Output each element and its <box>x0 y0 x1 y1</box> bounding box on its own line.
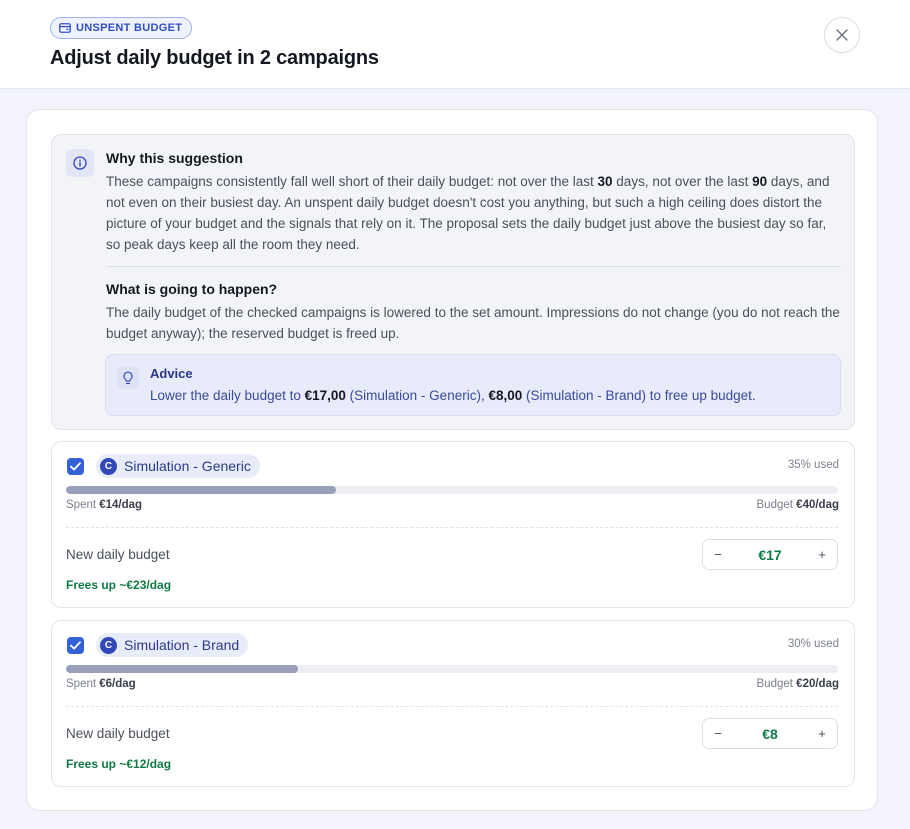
why-text: These campaigns consistently fall well s… <box>106 174 830 252</box>
spent-value: €6/dag <box>99 678 136 690</box>
usage-bar-fill <box>66 486 337 494</box>
budget-value: €40/dag <box>796 499 839 511</box>
close-button[interactable] <box>824 17 860 53</box>
advice-title: Advice <box>150 366 193 381</box>
advice-text: Lower the daily budget to €17,00 (Simula… <box>150 388 756 403</box>
spent-value: €14/dag <box>99 499 143 511</box>
spent-label: Spent €14/dag <box>66 499 143 511</box>
budget-stepper: − €17 + <box>702 539 838 570</box>
badge-label: UNSPENT BUDGET <box>76 22 183 34</box>
check-icon <box>70 462 81 471</box>
campaign-name: Simulation - Brand <box>124 637 240 653</box>
decrease-button[interactable]: − <box>703 540 733 569</box>
campaign-type-icon: C <box>100 457 117 475</box>
budget-stepper: − €8 + <box>702 718 838 749</box>
dialog-title: Adjust daily budget in 2 campaigns <box>50 47 379 69</box>
dialog-header: UNSPENT BUDGET Adjust daily budget in 2 … <box>0 0 910 89</box>
advice-amount-brand: €8,00 <box>488 388 523 403</box>
used-percentage: 30% used <box>787 638 839 650</box>
suggestion-card: Why this suggestion These campaigns cons… <box>26 109 878 811</box>
info-icon-box <box>66 149 94 177</box>
campaign-type-icon: C <box>100 636 117 654</box>
happen-title: What is going to happen? <box>106 281 278 297</box>
dashed-divider <box>66 706 838 707</box>
advice-icon-box <box>117 367 139 389</box>
new-daily-budget-label: New daily budget <box>66 547 170 562</box>
advice-amount-generic: €17,00 <box>304 388 346 403</box>
lightbulb-icon <box>123 371 133 384</box>
used-percentage: 35% used <box>787 459 839 471</box>
budget-label: Budget €20/dag <box>756 678 839 690</box>
campaign-card-generic: C Simulation - Generic 35% used Spent €1… <box>51 441 855 608</box>
dashed-divider <box>66 527 838 528</box>
check-icon <box>70 641 81 650</box>
decrease-button[interactable]: − <box>703 719 733 748</box>
new-budget-value[interactable]: €8 <box>733 726 807 742</box>
increase-button[interactable]: + <box>807 540 837 569</box>
budget-value: €20/dag <box>796 678 839 690</box>
info-icon <box>73 156 87 170</box>
suggestion-info-panel: Why this suggestion These campaigns cons… <box>51 134 855 430</box>
unspent-budget-badge: UNSPENT BUDGET <box>50 17 193 39</box>
campaign-checkbox[interactable] <box>67 637 84 654</box>
new-daily-budget-label: New daily budget <box>66 726 170 741</box>
campaign-chip: C Simulation - Generic <box>96 454 260 478</box>
divider <box>106 266 841 267</box>
advice-box: Advice Lower the daily budget to €17,00 … <box>105 354 841 416</box>
days-short: 30 <box>597 174 613 189</box>
budget-label: Budget €40/dag <box>756 499 839 511</box>
spent-label: Spent €6/dag <box>66 678 136 690</box>
usage-bar-fill <box>66 665 298 673</box>
wallet-icon <box>59 23 71 33</box>
new-budget-value[interactable]: €17 <box>733 547 807 563</box>
campaign-checkbox[interactable] <box>67 458 84 475</box>
campaign-chip: C Simulation - Brand <box>96 633 249 657</box>
usage-bar <box>66 665 838 673</box>
happen-text: The daily budget of the checked campaign… <box>106 305 840 341</box>
frees-up-text: Frees up ~€12/dag <box>66 757 172 771</box>
frees-up-text: Frees up ~€23/dag <box>66 578 172 592</box>
campaign-card-brand: C Simulation - Brand 30% used Spent €6/d… <box>51 620 855 787</box>
close-icon <box>836 29 848 41</box>
campaign-name: Simulation - Generic <box>124 458 251 474</box>
why-title: Why this suggestion <box>106 150 243 166</box>
days-long: 90 <box>752 174 768 189</box>
increase-button[interactable]: + <box>807 719 837 748</box>
usage-bar <box>66 486 838 494</box>
